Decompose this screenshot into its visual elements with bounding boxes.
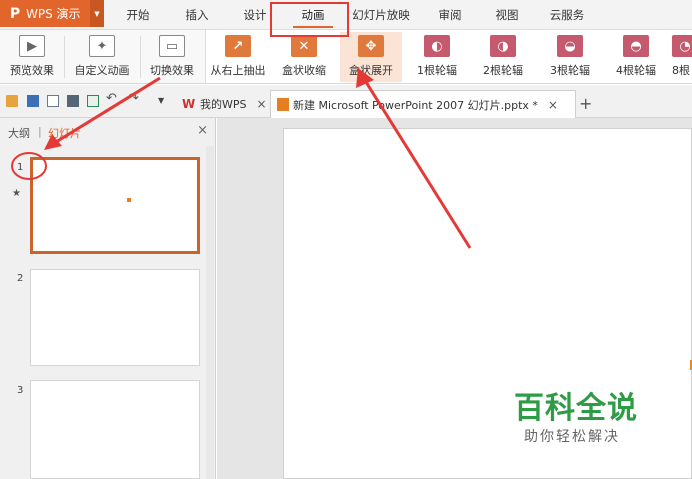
tab-presentation-label: 新建 Microsoft PowerPoint 2007 幻灯片.pptx * [293,98,538,112]
spoke8-icon: ◔ [672,35,692,57]
tab-review[interactable]: 审阅 [424,0,476,30]
animation-ribbon: ▶ 预览效果 ✦ 自定义动画 ▭ 切换效果 ↗ 从右上抽出 ✕ 盒状收缩 ✥ 盒… [0,30,692,84]
quick-access-toolbar: ↶ ↷ ▼ W 我的WPS × 新建 Microsoft PowerPoint … [0,85,692,118]
preview-effect-button[interactable]: ▶ 预览效果 [4,32,60,82]
tab-cloud-service[interactable]: 云服务 [537,0,597,30]
redo-icon[interactable]: ↷ [128,91,142,107]
preview-icon: ▶ [19,35,45,57]
effect-spoke-1[interactable]: ◐ 1根轮辐 [410,32,464,82]
speaker-mini-icon [127,198,131,202]
transition-icon: ▭ [159,35,185,57]
open-folder-icon[interactable] [6,95,18,107]
transition-effect-button[interactable]: ▭ 切换效果 [146,32,198,82]
spoke3-icon: ◒ [557,35,583,57]
slide-number: 1 [17,162,24,173]
highlight-box-animation-tab [270,2,349,37]
wps-presentation-logo-icon: P [9,5,21,22]
preview-effect-label: 预览效果 [10,64,54,77]
slide-thumbnail-3[interactable] [30,380,200,479]
effect-box-expand[interactable]: ✥ 盒状展开 [340,32,402,82]
animation-star-icon: ★ [12,188,21,199]
effect-box-shrink[interactable]: ✕ 盒状收缩 [276,32,332,82]
custom-animation-button[interactable]: ✦ 自定义动画 [70,32,134,82]
close-tab-icon[interactable]: × [548,98,558,112]
box-shrink-icon: ✕ [291,35,317,57]
slide-panel-scrollbar[interactable] [206,146,214,479]
effect-label: 3根轮辐 [550,64,590,77]
slide-panel: 大纲 | 幻灯片 × 1 ★ 2 3 [0,118,216,479]
chevron-down-icon[interactable]: ▼ [90,0,104,27]
ribbon-divider [64,36,65,78]
effect-fly-out-top-right[interactable]: ↗ 从右上抽出 [208,32,268,82]
effect-label: 从右上抽出 [210,64,266,77]
slide-number: 2 [17,273,24,284]
effect-spoke-2[interactable]: ◑ 2根轮辐 [476,32,530,82]
effect-label: 2根轮辐 [483,64,523,77]
watermark-subtitle: 助你轻松解决 [524,429,620,445]
tab-current-presentation[interactable]: 新建 Microsoft PowerPoint 2007 幻灯片.pptx * … [270,90,576,118]
slide-thumbnail-1[interactable] [30,157,200,254]
custom-animation-icon: ✦ [89,35,115,57]
effect-label: 4根轮辐 [616,64,656,77]
effects-gallery: ↗ 从右上抽出 ✕ 盒状收缩 ✥ 盒状展开 ◐ 1根轮辐 ◑ 2根轮辐 ◒ 3根… [205,30,692,83]
slide-thumbnail-2[interactable] [30,269,200,366]
save-icon[interactable] [27,95,39,107]
effect-spoke-3[interactable]: ◒ 3根轮辐 [543,32,597,82]
tab-view[interactable]: 视图 [481,0,533,30]
tab-my-wps[interactable]: W 我的WPS × [176,90,273,118]
tab-outline[interactable]: 大纲 [8,125,30,141]
tab-my-wps-label: 我的WPS [200,98,247,111]
watermark-title: 百科全说 [514,391,638,426]
tab-slideshow[interactable]: 幻灯片放映 [345,0,417,30]
effect-label: 8根 [672,64,690,77]
print-icon[interactable] [67,95,79,107]
tab-slides[interactable]: 幻灯片 [48,125,81,141]
app-menu-button[interactable]: P WPS 演示 ▼ [0,0,104,27]
slide-panel-header: 大纲 | 幻灯片 × [0,118,216,146]
fly-out-icon: ↗ [225,35,251,57]
spoke4-icon: ◓ [623,35,649,57]
close-tab-icon[interactable]: × [257,97,267,111]
spoke2-icon: ◑ [490,35,516,57]
tab-home[interactable]: 开始 [112,0,164,30]
new-tab-plus-icon[interactable]: + [579,94,592,113]
effect-label: 1根轮辐 [417,64,457,77]
speaker-icon[interactable] [688,351,692,379]
box-expand-icon: ✥ [358,35,384,57]
effect-label: 盒状收缩 [282,64,326,77]
app-title: WPS 演示 [26,7,81,21]
panel-tab-separator: | [38,125,42,138]
customize-toolbar-chevron-icon[interactable]: ▼ [158,96,170,108]
effect-spoke-8[interactable]: ◔ 8根 [672,32,692,82]
tab-insert[interactable]: 插入 [171,0,223,30]
custom-animation-label: 自定义动画 [74,64,130,77]
slide-number: 3 [17,385,24,396]
effect-label: 盒状展开 [349,64,393,77]
ribbon-divider [140,36,141,78]
wps-logo-icon: W [182,97,196,111]
export-pdf-icon[interactable] [47,95,59,107]
undo-icon[interactable]: ↶ [106,91,120,107]
effect-spoke-4[interactable]: ◓ 4根轮辐 [609,32,663,82]
close-panel-icon[interactable]: × [197,123,208,138]
spoke1-icon: ◐ [424,35,450,57]
presentation-file-icon [277,98,289,111]
print-preview-icon[interactable] [87,95,99,107]
transition-effect-label: 切换效果 [150,64,194,77]
